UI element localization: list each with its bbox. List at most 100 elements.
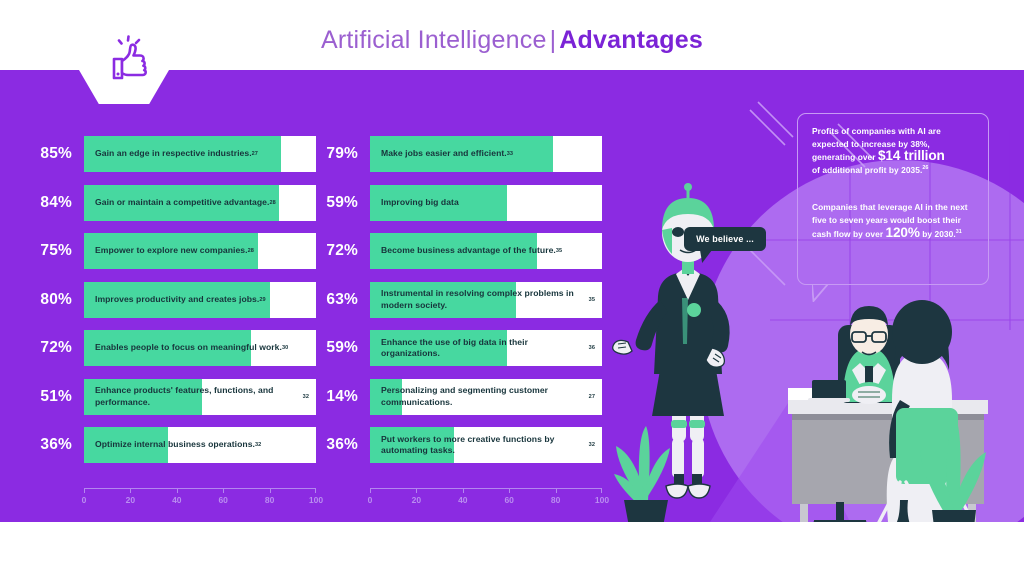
bar-category-label: Make jobs easier and efficient. 33 xyxy=(381,148,514,159)
infographic-root: Artificial Intelligence | Advantages We … xyxy=(0,0,1024,576)
chart-left-bar-row: 85% Gain an edge in respective industries… xyxy=(26,136,316,172)
axis-tick xyxy=(269,488,271,493)
title-bold-part: Advantages xyxy=(559,26,703,54)
axis-tick-label: 20 xyxy=(411,495,422,505)
header: Artificial Intelligence | Advantages xyxy=(0,0,1024,70)
axis-tick-label: 60 xyxy=(504,495,514,505)
bar-category-label: Enhance the use of big data in their org… xyxy=(381,336,595,359)
callout-paragraph-2: Companies that leverage AI in the next f… xyxy=(812,201,976,240)
axis-tick xyxy=(416,488,418,493)
chart-right-bar-row: 79% Make jobs easier and efficient. 33 xyxy=(312,136,602,172)
axis-tick-label: 100 xyxy=(594,495,610,505)
axis-tick xyxy=(370,488,371,493)
callout-p2-tail: by 2030. xyxy=(919,228,956,239)
bar-category-label: Improving big data xyxy=(381,196,459,207)
bar-track: Gain or maintain a competitive advantage… xyxy=(84,184,316,221)
axis-tick-label: 0 xyxy=(367,495,373,505)
chart-right: 79% Make jobs easier and efficient. 33 59% I… xyxy=(312,136,609,505)
bar-track: Improves productivity and creates jobs. 2… xyxy=(84,281,316,318)
bar-percent-label: 84% xyxy=(40,193,72,211)
bar-track: Empower to explore new companies. 28 xyxy=(84,233,316,269)
chart-left-x-axis: 0 20 40 60 80 100 xyxy=(81,488,323,518)
bar-percent-label: 51% xyxy=(40,387,72,405)
bar-percent-label: 59% xyxy=(326,339,358,356)
bar-track: Improving big data xyxy=(370,184,602,221)
bar-category-label: Gain an edge in respective industries. 27 xyxy=(95,148,258,159)
bar-track: Become business advantage of the future.… xyxy=(370,233,602,269)
bar-track: Enhance the use of big data in their org… xyxy=(370,330,602,366)
chart-right-x-axis: 0 20 40 60 80 100 xyxy=(367,488,609,518)
chart-right-bar-row: 72% Become business advantage of the futu… xyxy=(312,233,602,269)
callout-p2-ref: 31 xyxy=(955,228,962,235)
axis-tick-label: 40 xyxy=(458,495,468,505)
callout-p1-line1: Profits of companies with AI are expecte… xyxy=(812,126,941,149)
speech-bubble: We believe ... xyxy=(684,227,766,251)
bar-percent-label: 75% xyxy=(40,242,72,259)
callout-tail-icon xyxy=(812,284,828,302)
axis-tick xyxy=(509,488,511,493)
chart-left-bar-row: 36% Optimize internal business operations… xyxy=(26,427,316,463)
chart-left-bar-row: 72% Enables people to focus on meaningful… xyxy=(26,330,316,366)
bar-category-label: Enhance products' features, functions, a… xyxy=(95,385,309,407)
bar-category-label: Become business advantage of the future.… xyxy=(381,245,563,256)
axis-tick xyxy=(555,488,557,493)
statistics-callout: Profits of companies with AI are expecte… xyxy=(797,113,989,285)
chart-right-bar-row: 14% Personalizing and segmenting customer… xyxy=(312,378,602,415)
bar-track: Gain an edge in respective industries. 27 xyxy=(84,136,316,172)
bar-percent-label: 14% xyxy=(326,387,358,405)
axis-line xyxy=(84,488,316,489)
bar-category-label: Empower to explore new companies. 28 xyxy=(95,245,254,256)
chart-left-bar-row: 80% Improves productivity and creates job… xyxy=(26,281,316,318)
bar-category-label: Put workers to more creative functions b… xyxy=(381,433,595,456)
bar-percent-label: 79% xyxy=(326,145,358,162)
callout-p1-ref: 26 xyxy=(922,164,929,171)
thumbs-up-icon xyxy=(112,35,147,80)
bar-category-label: Optimize internal business operations. 32 xyxy=(95,439,262,450)
chart-left-bar-row: 84% Gain or maintain a competitive advant… xyxy=(26,184,316,221)
bar-percent-label: 85% xyxy=(40,145,72,162)
bar-track: Optimize internal business operations. 32 xyxy=(84,427,316,463)
axis-tick-label: 60 xyxy=(218,495,228,505)
title-light-part: Artificial Intelligence xyxy=(321,26,547,54)
callout-p1-tail: of additional profit by 2035. xyxy=(812,164,923,175)
bar-percent-label: 36% xyxy=(40,436,72,453)
axis-tick xyxy=(462,488,464,493)
title-separator: | xyxy=(549,26,557,54)
chart-left: 85% Gain an edge in respective industries… xyxy=(26,136,323,505)
bar-category-label: Improves productivity and creates jobs. 2… xyxy=(95,293,266,304)
chart-right-bar-row: 63% Instrumental in resolving complex pro… xyxy=(312,281,602,318)
bar-category-label: Gain or maintain a competitive advantage… xyxy=(95,196,276,207)
bar-percent-label: 59% xyxy=(326,193,358,211)
axis-tick-label: 80 xyxy=(550,495,561,505)
axis-tick-label: 0 xyxy=(81,495,87,505)
axis-tick xyxy=(176,488,178,493)
footer: aα analyzingalpha.com xyxy=(0,522,1024,576)
callout-paragraph-1: Profits of companies with AI are expecte… xyxy=(812,125,976,176)
bar-track: Enhance products' features, functions, a… xyxy=(84,378,316,415)
chart-right-bar-row: 59% Improving big data xyxy=(312,184,602,221)
axis-line xyxy=(370,488,602,489)
chart-right-bar-row: 59% Enhance the use of big data in their … xyxy=(312,330,602,366)
chart-right-bar-row: 36% Put workers to more creative function… xyxy=(312,427,602,463)
speech-bubble-text: We believe ... xyxy=(696,234,754,244)
axis-tick-label: 80 xyxy=(264,495,275,505)
axis-tick xyxy=(223,488,225,493)
bar-percent-label: 63% xyxy=(326,290,358,308)
callout-highlight-percent: 120% xyxy=(885,224,920,240)
bar-track: Make jobs easier and efficient. 33 xyxy=(370,136,602,172)
axis-tick-label: 20 xyxy=(125,495,136,505)
chart-left-bar-row: 75% Empower to explore new companies. 28 xyxy=(26,233,316,269)
callout-highlight-trillion: $14 trillion xyxy=(877,148,945,164)
bar-track: Enables people to focus on meaningful wo… xyxy=(84,330,316,366)
bar-track: Instrumental in resolving complex proble… xyxy=(370,281,602,318)
bar-track: Personalizing and segmenting customer co… xyxy=(370,378,602,415)
page-title: Artificial Intelligence | Advantages xyxy=(0,26,1024,55)
bar-category-label: Enables people to focus on meaningful wo… xyxy=(95,342,289,353)
bar-percent-label: 72% xyxy=(326,242,358,259)
axis-tick xyxy=(130,488,132,493)
axis-tick xyxy=(601,488,602,493)
bar-track: Put workers to more creative functions b… xyxy=(370,427,602,463)
bar-percent-label: 72% xyxy=(40,339,72,356)
chart-left-bar-row: 51% Enhance products' features, functions… xyxy=(26,378,316,415)
callout-p1-pre: generating over xyxy=(812,152,878,163)
